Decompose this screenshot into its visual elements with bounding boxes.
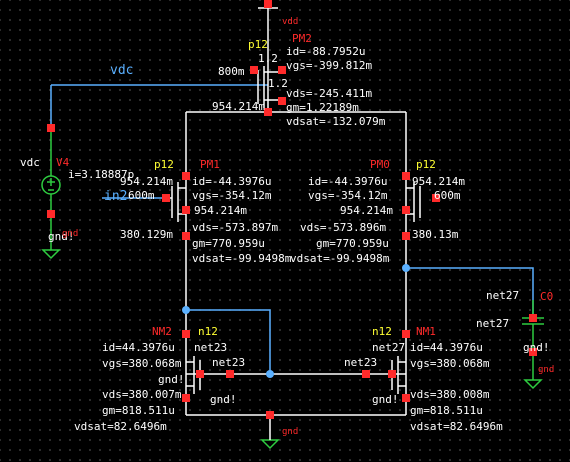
net-label-gnd-main: gnd xyxy=(282,427,299,437)
nm1-model: n12 xyxy=(372,325,392,338)
nm2-vgs: vgs=380.068m xyxy=(102,357,182,370)
pm0-vgs: vgs=-354.12m xyxy=(308,189,388,202)
pm0-vds: vds=-573.896m xyxy=(300,221,387,234)
pm0-gm: gm=770.959u xyxy=(316,237,389,250)
net-label-gnd-v4b: gnd xyxy=(62,229,79,239)
net-label-net23-gate: net23 xyxy=(212,356,246,369)
instance-name-c0[interactable]: C0 xyxy=(540,291,553,302)
net-label-net27-right: net27 xyxy=(476,317,510,330)
instance-name-nm2[interactable]: NM2 xyxy=(152,326,172,337)
pm1-vgs: vgs=-354.12m xyxy=(192,189,272,202)
pm2-gm: gm=1.22189m xyxy=(286,101,359,114)
net-label-gnd-c0b: gnd xyxy=(538,365,555,375)
pm0-drain-voltage: 380.13m xyxy=(412,228,459,241)
nm2-model: n12 xyxy=(198,325,218,338)
net-label-gnd-c0: gnd! xyxy=(523,341,550,354)
net-label-net23-nm1: net23 xyxy=(344,356,378,369)
pm1-source-voltage: 954.214m xyxy=(120,175,173,188)
pm2-vgs: vgs=-399.812m xyxy=(286,59,373,72)
pm1-id: id=-44.3976u xyxy=(192,175,272,188)
pm2-vds: vds=-245.411m xyxy=(286,87,373,100)
instance-name-v4[interactable]: V4 xyxy=(56,157,69,168)
pm0-bulk-voltage: 954.214m xyxy=(340,204,393,217)
net-label-vdc-source: vdc xyxy=(20,156,40,169)
pm0-gate-voltage: 600m xyxy=(434,189,461,202)
ground-symbol xyxy=(41,249,61,260)
net-label-gnd-nm2-b: gnd! xyxy=(210,393,237,406)
pm2-gate-voltage: 800m xyxy=(218,65,245,78)
pm2-drain-voltage: 954.214m xyxy=(212,100,265,113)
pm1-gate-voltage: 600m xyxy=(128,189,155,202)
net-label-gnd-nm1-b: gnd! xyxy=(372,393,399,406)
nm2-vdsat: vdsat=82.6496m xyxy=(74,420,167,433)
pm2-model: p12 xyxy=(248,38,268,51)
schematic-canvas[interactable]: vdc in2 vdc net27 net23 net23 net23 net2… xyxy=(0,0,570,462)
pm1-bulk-voltage: 954.214m xyxy=(194,204,247,217)
pm0-model: p12 xyxy=(416,158,436,171)
net-label-vdd: vdd xyxy=(282,17,299,27)
net-label-net27-nm1: net27 xyxy=(372,341,406,354)
nm1-id: id=44.3976u xyxy=(410,341,483,354)
instance-name-pm2[interactable]: PM2 xyxy=(292,33,312,44)
pm0-id: id=-44.3976u xyxy=(308,175,388,188)
net-label-vdc: vdc xyxy=(110,63,134,78)
net-label-net27-cap: net27 xyxy=(486,289,520,302)
nm1-vdsat: vdsat=82.6496m xyxy=(410,420,503,433)
instance-name-pm1[interactable]: PM1 xyxy=(200,159,220,170)
nm2-id: id=44.3976u xyxy=(102,341,175,354)
pm2-id: id=-88.7952u xyxy=(286,45,366,58)
pm2-source-voltage: 1.2 xyxy=(258,52,278,65)
nm2-vds: vds=380.007m xyxy=(102,388,182,401)
nm1-vds: vds=380.008m xyxy=(410,388,490,401)
net-label-net23-nm2: net23 xyxy=(194,341,228,354)
nm1-vgs: vgs=380.068m xyxy=(410,357,490,370)
pm1-drain-voltage: 380.129m xyxy=(120,228,173,241)
instance-name-pm0[interactable]: PM0 xyxy=(370,159,390,170)
nm2-gm: gm=818.511u xyxy=(102,404,175,417)
pm1-model: p12 xyxy=(154,158,174,171)
net-label-gnd-nm2: gnd! xyxy=(158,373,185,386)
pm0-vdsat: vdsat=-99.9498m xyxy=(290,252,390,265)
pm1-vdsat: vdsat=-99.9498m xyxy=(192,252,292,265)
pm1-vds: vds=-573.897m xyxy=(192,221,279,234)
instance-name-nm1[interactable]: NM1 xyxy=(416,326,436,337)
pm2-bulk-voltage: 1.2 xyxy=(268,77,288,90)
pm0-source-voltage: 954.214m xyxy=(412,175,465,188)
nm1-gm: gm=818.511u xyxy=(410,404,483,417)
net-label-in2: in2 xyxy=(104,189,128,204)
pm1-gm: gm=770.959u xyxy=(192,237,265,250)
pm2-vdsat: vdsat=-132.079m xyxy=(286,115,386,128)
